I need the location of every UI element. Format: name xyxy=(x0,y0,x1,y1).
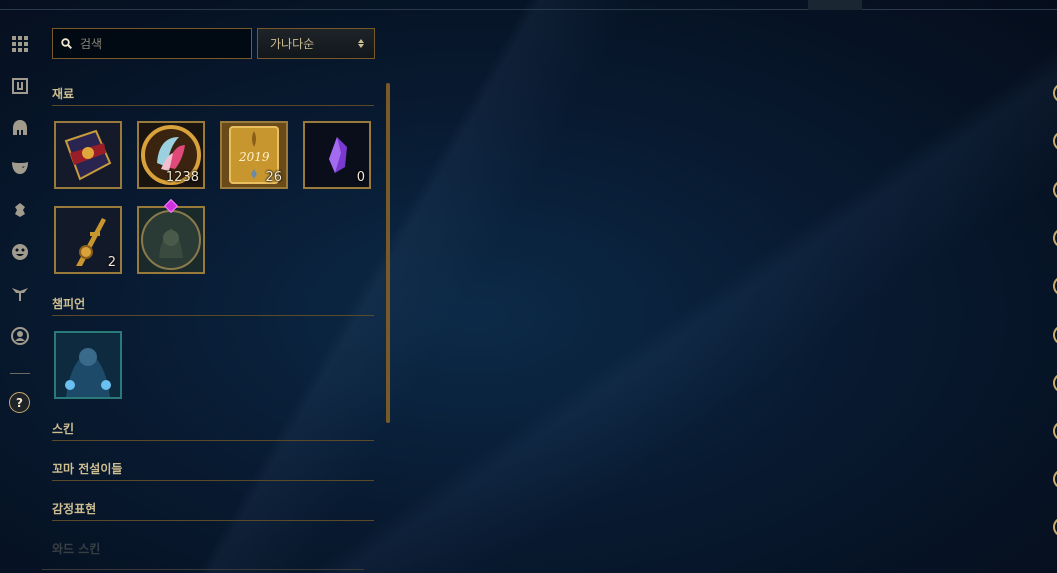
loot-item-orange-essence[interactable]: 1238 xyxy=(137,121,205,189)
background xyxy=(0,0,1057,573)
section-title-ward-skins[interactable]: 와드 스킨 xyxy=(52,540,100,557)
top-divider xyxy=(0,9,1057,10)
section-divider xyxy=(52,480,374,481)
loot-item-treasure-chest[interactable] xyxy=(54,121,122,189)
loot-item-2019-token[interactable]: 2019 26 xyxy=(220,121,288,189)
item-count: 26 xyxy=(265,170,282,185)
search-icon xyxy=(61,38,72,49)
item-count: 0 xyxy=(356,170,365,185)
profile-icon[interactable] xyxy=(10,326,30,346)
champion-portrait-icon xyxy=(139,208,203,272)
sort-dropdown[interactable]: 가나다순 xyxy=(257,28,375,59)
bottom-divider xyxy=(42,569,364,570)
sort-arrows-icon xyxy=(358,39,364,48)
section-divider xyxy=(52,520,374,521)
section-title-skins[interactable]: 스킨 xyxy=(52,420,74,437)
emote-icon[interactable] xyxy=(10,200,30,220)
chest-icon xyxy=(56,123,120,187)
search-input[interactable] xyxy=(80,36,240,51)
loot-item-purple-gemstone[interactable]: 0 xyxy=(303,121,371,189)
top-tab-indicator xyxy=(808,0,862,10)
loot-item-champion-icon-shard[interactable] xyxy=(137,206,205,274)
mask-icon[interactable] xyxy=(10,158,30,178)
rail-divider xyxy=(10,373,30,374)
section-divider xyxy=(52,440,374,441)
champion-shard-item[interactable] xyxy=(54,331,122,399)
section-title-emotes[interactable]: 감정표현 xyxy=(52,500,96,517)
section-divider xyxy=(52,105,374,106)
section-title-little-legends[interactable]: 꼬마 전설이들 xyxy=(52,460,122,477)
face-icon[interactable] xyxy=(10,242,30,262)
loot-icon[interactable] xyxy=(10,76,30,96)
champion-art-icon xyxy=(56,333,120,397)
help-icon[interactable]: ? xyxy=(9,392,30,413)
item-count: 1238 xyxy=(165,170,199,185)
section-title-materials[interactable]: 재료 xyxy=(52,85,74,102)
scrollbar-thumb[interactable] xyxy=(386,83,390,423)
helmet-icon[interactable] xyxy=(10,118,30,138)
section-divider xyxy=(52,315,374,316)
token-year-label: 2019 xyxy=(239,150,270,164)
ward-icon[interactable] xyxy=(10,284,30,304)
sort-selected-label: 가나다순 xyxy=(270,37,315,51)
search-box xyxy=(52,28,252,59)
loot-item-hextech-key[interactable]: 2 xyxy=(54,206,122,274)
section-title-champions[interactable]: 챔피언 xyxy=(52,295,85,312)
item-count: 2 xyxy=(107,255,116,270)
grid-icon[interactable] xyxy=(10,34,30,54)
